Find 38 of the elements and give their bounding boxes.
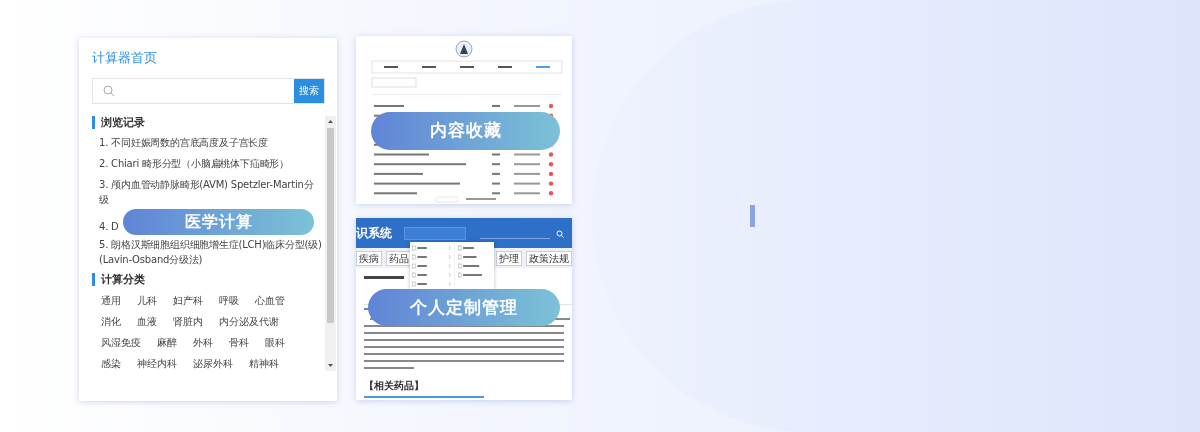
category-link[interactable]: 风湿免疫 [101, 335, 141, 349]
page-title: 计算器首页 [92, 49, 158, 67]
scrollbar[interactable] [325, 115, 336, 371]
dropdown-field[interactable] [404, 226, 466, 240]
overlay-label: 医学计算 [123, 208, 314, 235]
section-heading: 【相关药品】 [364, 379, 425, 393]
category-link[interactable]: 麻醉 [157, 335, 177, 349]
category-link[interactable]: 神经内科 [137, 356, 177, 370]
category-link[interactable]: 精神科 [249, 356, 279, 370]
category-link[interactable]: 骨科 [229, 335, 249, 349]
category-link[interactable]: 心血管 [255, 293, 285, 307]
history-link[interactable]: 2. Chiari 畸形分型（小脑扁桃体下疝畸形） [99, 155, 325, 171]
history-link[interactable]: 4. D [99, 218, 121, 234]
category-link[interactable]: 眼科 [265, 335, 285, 349]
search-icon [103, 84, 115, 97]
category-link[interactable]: 外科 [193, 335, 213, 349]
nav-button[interactable]: 疾病 [356, 250, 382, 266]
category-link[interactable]: 感染 [101, 356, 121, 370]
category-link[interactable]: 泌尿外科 [193, 356, 233, 370]
category-link[interactable]: 呼吸 [219, 293, 239, 307]
category-link[interactable]: 通用 [101, 293, 121, 307]
category-link[interactable]: 肾脏内 [173, 314, 203, 328]
nav-button[interactable]: 政策法规 [526, 250, 572, 266]
overlay-label: 内容收藏 [371, 112, 560, 150]
history-link[interactable]: 3. 颅内血管动静脉畸形(AVM) Spetzler-Martin分级 [99, 176, 325, 207]
category-link[interactable]: 血液 [137, 314, 157, 328]
nav-button[interactable]: 护理 [496, 250, 522, 266]
category-link[interactable]: 妇产科 [173, 293, 203, 307]
nav-button[interactable]: 药品 [386, 250, 412, 266]
overlay-label: 个人定制管理 [368, 289, 560, 326]
category-link[interactable]: 内分泌及代谢 [219, 314, 279, 328]
search-icon[interactable] [556, 229, 564, 238]
history-link[interactable]: 5. 朗格汉斯细胞组织细胞增生症(LCH)临床分型(级)(Lavin-Osband分级法) [99, 236, 325, 267]
category-link[interactable]: 消化 [101, 314, 121, 328]
history-link[interactable]: 1. 不同妊娠周数的宫底高度及子宫长度 [99, 134, 325, 150]
accent-bar [750, 205, 755, 227]
system-title: 识系统 [356, 225, 392, 242]
category-link[interactable]: 儿科 [137, 293, 157, 307]
